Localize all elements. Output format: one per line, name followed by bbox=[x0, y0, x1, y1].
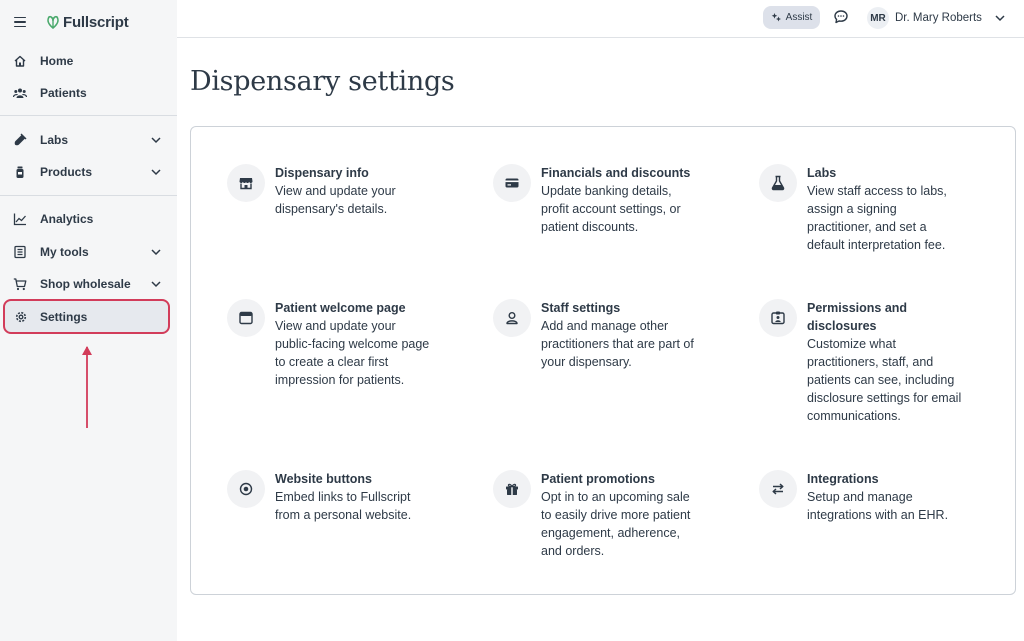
sidebar-item-label: My tools bbox=[40, 245, 89, 259]
sidebar-item-label: Analytics bbox=[40, 212, 94, 226]
setting-description: integrations with an EHR. bbox=[807, 508, 949, 522]
setting-description: impression for patients. bbox=[275, 373, 405, 387]
chevron-down-icon[interactable] bbox=[150, 134, 162, 146]
setting-description: View staff access to labs, bbox=[807, 184, 947, 198]
labs-icon bbox=[13, 133, 27, 147]
setting-title: Patient welcome page bbox=[275, 301, 406, 315]
tools-icon bbox=[13, 245, 27, 259]
brand-bar: Fullscript bbox=[12, 10, 129, 34]
sidebar-item-analytics[interactable]: Analytics bbox=[0, 205, 177, 233]
setting-description: practitioner, and set a bbox=[807, 220, 927, 234]
setting-description: to create a clear first bbox=[275, 355, 389, 369]
top-bar: Assist MR Dr. Mary Roberts bbox=[177, 0, 1024, 38]
setting-description: Update banking details, bbox=[541, 184, 672, 198]
setting-description: practitioners, staff, and bbox=[807, 355, 934, 369]
setting-description: communications. bbox=[807, 409, 901, 423]
chat-icon[interactable] bbox=[833, 9, 849, 25]
sidebar-divider bbox=[0, 115, 177, 116]
sidebar-item-label: Labs bbox=[40, 133, 69, 147]
setting-description: patients can see, including bbox=[807, 373, 955, 387]
gift-icon bbox=[493, 470, 531, 508]
sidebar-item-shop-wholesale[interactable]: Shop wholesale bbox=[0, 270, 177, 298]
assist-button[interactable]: Assist bbox=[763, 6, 820, 29]
chevron-down-icon[interactable] bbox=[150, 278, 162, 290]
sparkle-icon bbox=[771, 13, 781, 22]
person-icon bbox=[493, 299, 531, 337]
setting-description: engagement, adherence, bbox=[541, 526, 680, 540]
user-name: Dr. Mary Roberts bbox=[895, 12, 982, 24]
sidebar-item-label: Products bbox=[40, 165, 93, 179]
sidebar-item-labs[interactable]: Labs bbox=[0, 126, 177, 154]
chevron-down-icon[interactable] bbox=[150, 166, 162, 178]
annotation-arrow-icon bbox=[82, 346, 92, 428]
setting-description: Add and manage other bbox=[541, 319, 669, 333]
setting-description: and orders. bbox=[541, 544, 605, 558]
setting-title: Labs bbox=[807, 166, 837, 180]
sidebar: Fullscript Home Patients Labs Products A… bbox=[0, 0, 177, 641]
menu-icon[interactable] bbox=[12, 14, 28, 30]
setting-title: Dispensary info bbox=[275, 166, 369, 180]
sidebar-item-patients[interactable]: Patients bbox=[0, 79, 177, 107]
chevron-down-icon[interactable] bbox=[994, 12, 1006, 24]
settings-card: Dispensary info View and update your dis… bbox=[190, 126, 1016, 595]
setting-title: Staff settings bbox=[541, 301, 621, 315]
avatar: MR bbox=[867, 7, 889, 29]
chevron-down-icon[interactable] bbox=[150, 246, 162, 258]
setting-description: to easily drive more patient bbox=[541, 508, 691, 522]
setting-description: Embed links to Fullscript bbox=[275, 490, 411, 504]
credit-card-icon bbox=[493, 164, 531, 202]
setting-description: disclosure settings for email bbox=[807, 391, 962, 405]
sidebar-item-settings[interactable]: Settings bbox=[3, 299, 170, 334]
setting-description: patient discounts. bbox=[541, 220, 639, 234]
setting-description: assign a signing bbox=[807, 202, 897, 216]
setting-description: Opt in to an upcoming sale bbox=[541, 490, 690, 504]
brand-name: Fullscript bbox=[63, 13, 129, 31]
user-menu[interactable]: MR Dr. Mary Roberts bbox=[867, 6, 1006, 30]
patients-icon bbox=[13, 86, 27, 100]
assist-label: Assist bbox=[785, 12, 813, 23]
sidebar-item-label: Settings bbox=[40, 309, 88, 324]
sidebar-item-label: Shop wholesale bbox=[40, 277, 131, 291]
leaf-logo-icon bbox=[47, 15, 59, 29]
setting-description: dispensary's details. bbox=[275, 202, 388, 216]
setting-title: Permissions and bbox=[807, 301, 908, 315]
setting-description: View and update your bbox=[275, 319, 396, 333]
setting-description: public-facing welcome page bbox=[275, 337, 430, 351]
setting-description: practitioners that are part of bbox=[541, 337, 694, 351]
setting-title: Financials and discounts bbox=[541, 166, 691, 180]
page-title: Dispensary settings bbox=[190, 66, 455, 97]
target-icon bbox=[227, 470, 265, 508]
home-icon bbox=[13, 54, 27, 68]
sidebar-item-label: Home bbox=[40, 54, 74, 68]
storefront-icon bbox=[227, 164, 265, 202]
setting-description: from a personal website. bbox=[275, 508, 412, 522]
setting-title: Patient promotions bbox=[541, 472, 655, 486]
swap-arrows-icon bbox=[759, 470, 797, 508]
browser-window-icon bbox=[227, 299, 265, 337]
setting-description: default interpretation fee. bbox=[807, 238, 946, 252]
setting-title: Website buttons bbox=[275, 472, 372, 486]
fullscript-logo[interactable]: Fullscript bbox=[46, 14, 129, 31]
products-icon bbox=[13, 165, 27, 179]
sidebar-item-my-tools[interactable]: My tools bbox=[0, 238, 177, 266]
id-badge-icon bbox=[759, 299, 797, 337]
setting-title: disclosures bbox=[807, 319, 877, 333]
sidebar-item-products[interactable]: Products bbox=[0, 158, 177, 186]
setting-description: View and update your bbox=[275, 184, 396, 198]
sidebar-item-home[interactable]: Home bbox=[0, 47, 177, 75]
analytics-icon bbox=[13, 212, 27, 226]
sidebar-divider bbox=[0, 195, 177, 196]
setting-description: Customize what bbox=[807, 337, 896, 351]
flask-icon bbox=[759, 164, 797, 202]
setting-description: your dispensary. bbox=[541, 355, 632, 369]
cart-icon bbox=[13, 277, 27, 291]
setting-title: Integrations bbox=[807, 472, 879, 486]
gear-icon bbox=[14, 310, 28, 324]
setting-description: Setup and manage bbox=[807, 490, 913, 504]
setting-description: profit account settings, or bbox=[541, 202, 681, 216]
sidebar-item-label: Patients bbox=[40, 86, 87, 100]
